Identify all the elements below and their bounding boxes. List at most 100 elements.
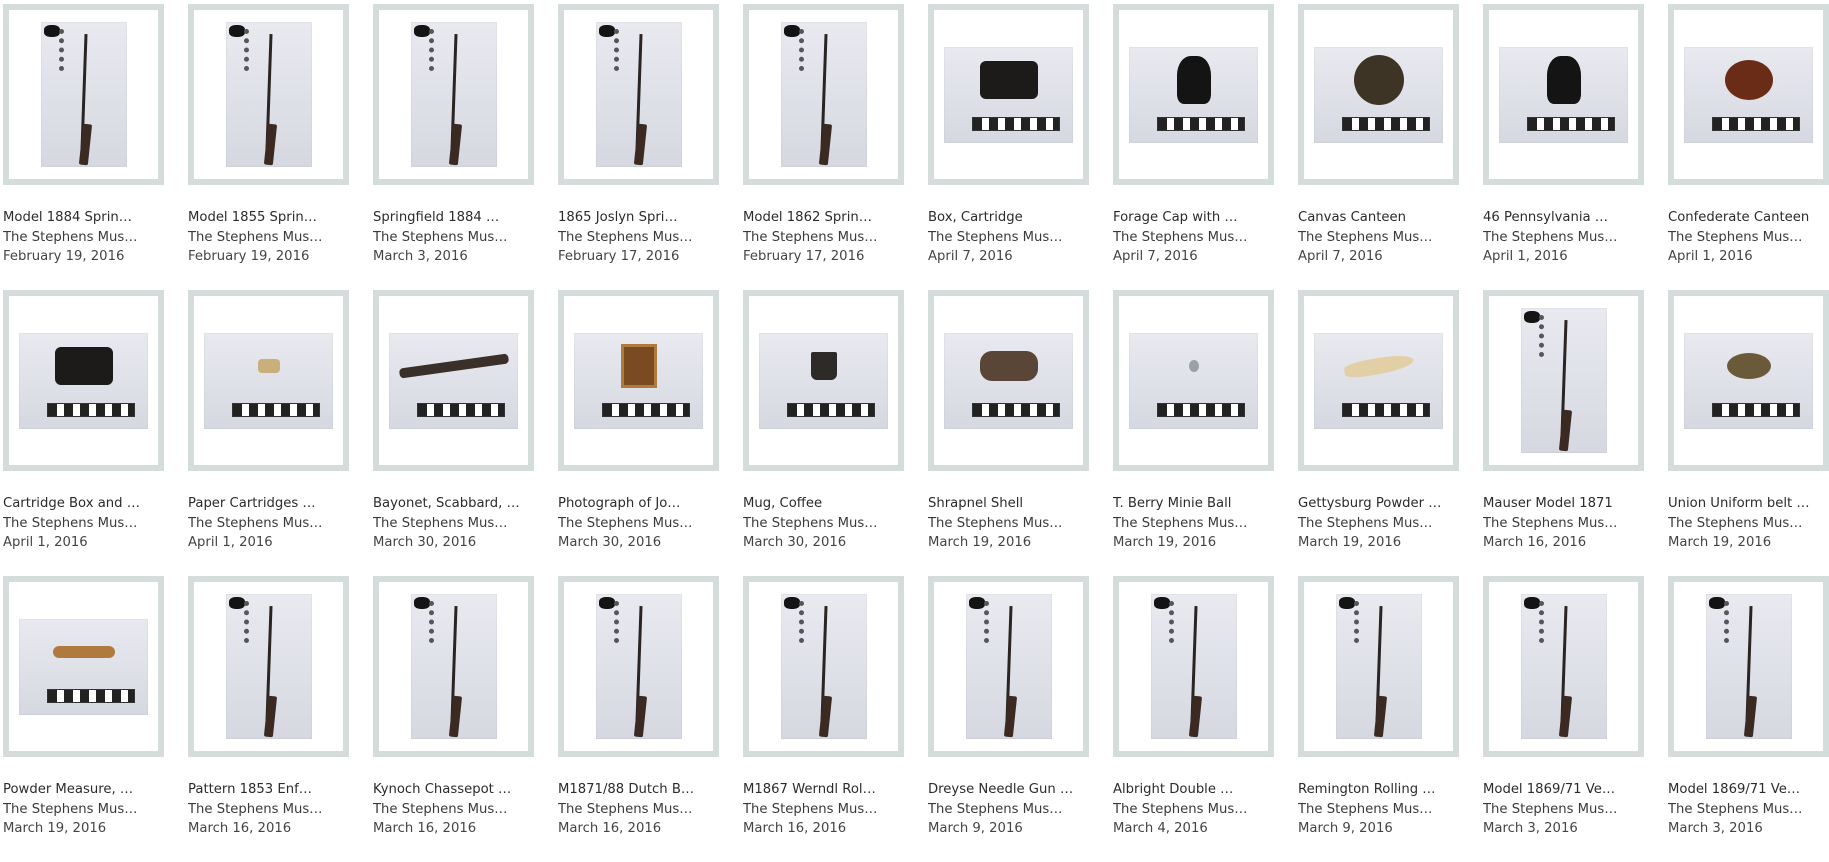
thumbnail-frame[interactable]: [743, 4, 904, 185]
photo-source[interactable]: The Stephens Mus…: [558, 228, 719, 248]
thumbnail-frame[interactable]: [3, 290, 164, 471]
photo-title[interactable]: Forage Cap with …: [1113, 208, 1274, 228]
photo-title[interactable]: Pattern 1853 Enf…: [188, 780, 349, 800]
thumbnail-image[interactable]: [574, 332, 703, 429]
thumbnail-frame[interactable]: [373, 290, 534, 471]
thumbnail-image[interactable]: [1150, 594, 1237, 739]
thumbnail-image[interactable]: [19, 332, 148, 429]
thumbnail-image[interactable]: [1499, 46, 1628, 143]
thumbnail-frame[interactable]: [558, 290, 719, 471]
thumbnail-frame[interactable]: [928, 576, 1089, 757]
thumbnail-image[interactable]: [410, 594, 497, 739]
photo-title[interactable]: Gettysburg Powder …: [1298, 494, 1459, 514]
thumbnail-image[interactable]: [595, 22, 682, 167]
photo-card[interactable]: Dreyse Needle Gun … The Stephens Mus… Marc…: [928, 576, 1089, 862]
thumbnail-image[interactable]: [1314, 332, 1443, 429]
photo-title[interactable]: T. Berry Minie Ball: [1113, 494, 1274, 514]
thumbnail-image[interactable]: [19, 618, 148, 715]
thumbnail-frame[interactable]: [1483, 576, 1644, 757]
thumbnail-image[interactable]: [1520, 594, 1607, 739]
thumbnail-frame[interactable]: [1483, 290, 1644, 471]
thumbnail-frame[interactable]: [373, 576, 534, 757]
thumbnail-image[interactable]: [225, 594, 312, 739]
photo-card[interactable]: Paper Cartridges … The Stephens Mus… April…: [188, 290, 349, 576]
photo-title[interactable]: Confederate Canteen: [1668, 208, 1829, 228]
photo-card[interactable]: Albright Double … The Stephens Mus… March …: [1113, 576, 1274, 862]
photo-card[interactable]: 1865 Joslyn Spri… The Stephens Mus… Februa…: [558, 4, 719, 290]
thumbnail-image[interactable]: [1684, 46, 1813, 143]
thumbnail-frame[interactable]: [1298, 576, 1459, 757]
thumbnail-image[interactable]: [944, 46, 1073, 143]
thumbnail-image[interactable]: [759, 332, 888, 429]
photo-title[interactable]: Kynoch Chassepot …: [373, 780, 534, 800]
thumbnail-frame[interactable]: [1668, 290, 1829, 471]
photo-source[interactable]: The Stephens Mus…: [1483, 800, 1644, 820]
photo-title[interactable]: Bayonet, Scabbard, …: [373, 494, 534, 514]
thumbnail-image[interactable]: [410, 22, 497, 167]
thumbnail-image[interactable]: [1129, 332, 1258, 429]
photo-card[interactable]: Model 1869/71 Ve… The Stephens Mus… March …: [1668, 576, 1829, 862]
photo-card[interactable]: Photograph of Jo… The Stephens Mus… March …: [558, 290, 719, 576]
thumbnail-image[interactable]: [1705, 594, 1792, 739]
thumbnail-frame[interactable]: [373, 4, 534, 185]
thumbnail-frame[interactable]: [188, 4, 349, 185]
photo-title[interactable]: Photograph of Jo…: [558, 494, 719, 514]
photo-card[interactable]: Cartridge Box and … The Stephens Mus… Apri…: [3, 290, 164, 576]
photo-card[interactable]: Bayonet, Scabbard, … The Stephens Mus… Mar…: [373, 290, 534, 576]
photo-source[interactable]: The Stephens Mus…: [743, 514, 904, 534]
thumbnail-frame[interactable]: [1298, 4, 1459, 185]
photo-card[interactable]: Remington Rolling … The Stephens Mus… Marc…: [1298, 576, 1459, 862]
photo-source[interactable]: The Stephens Mus…: [1113, 228, 1274, 248]
photo-title[interactable]: Powder Measure, …: [3, 780, 164, 800]
photo-source[interactable]: The Stephens Mus…: [1113, 800, 1274, 820]
photo-card[interactable]: Confederate Canteen The Stephens Mus… Apri…: [1668, 4, 1829, 290]
photo-source[interactable]: The Stephens Mus…: [558, 514, 719, 534]
photo-source[interactable]: The Stephens Mus…: [1298, 800, 1459, 820]
photo-title[interactable]: Dreyse Needle Gun …: [928, 780, 1089, 800]
photo-source[interactable]: The Stephens Mus…: [373, 800, 534, 820]
thumbnail-frame[interactable]: [1668, 576, 1829, 757]
photo-title[interactable]: Canvas Canteen: [1298, 208, 1459, 228]
thumbnail-image[interactable]: [965, 594, 1052, 739]
photo-source[interactable]: The Stephens Mus…: [1483, 514, 1644, 534]
photo-source[interactable]: The Stephens Mus…: [373, 228, 534, 248]
photo-title[interactable]: 46 Pennsylvania …: [1483, 208, 1644, 228]
thumbnail-frame[interactable]: [3, 576, 164, 757]
photo-title[interactable]: M1867 Werndl Rol…: [743, 780, 904, 800]
photo-card[interactable]: Model 1855 Sprin… The Stephens Mus… Februa…: [188, 4, 349, 290]
thumbnail-frame[interactable]: [928, 290, 1089, 471]
photo-source[interactable]: The Stephens Mus…: [928, 228, 1089, 248]
photo-source[interactable]: The Stephens Mus…: [188, 800, 349, 820]
photo-card[interactable]: Pattern 1853 Enf… The Stephens Mus… March …: [188, 576, 349, 862]
photo-card[interactable]: Canvas Canteen The Stephens Mus… April 7, …: [1298, 4, 1459, 290]
photo-title[interactable]: Springfield 1884 …: [373, 208, 534, 228]
thumbnail-frame[interactable]: [558, 576, 719, 757]
thumbnail-image[interactable]: [595, 594, 682, 739]
photo-card[interactable]: Kynoch Chassepot … The Stephens Mus… March…: [373, 576, 534, 862]
thumbnail-frame[interactable]: [1113, 576, 1274, 757]
photo-source[interactable]: The Stephens Mus…: [1668, 514, 1829, 534]
photo-source[interactable]: The Stephens Mus…: [188, 514, 349, 534]
thumbnail-image[interactable]: [1314, 46, 1443, 143]
thumbnail-frame[interactable]: [743, 576, 904, 757]
thumbnail-frame[interactable]: [1113, 4, 1274, 185]
photo-title[interactable]: M1871/88 Dutch B…: [558, 780, 719, 800]
photo-card[interactable]: Model 1884 Sprin… The Stephens Mus… Februa…: [3, 4, 164, 290]
thumbnail-image[interactable]: [204, 332, 333, 429]
thumbnail-frame[interactable]: [1113, 290, 1274, 471]
thumbnail-image[interactable]: [1520, 308, 1607, 453]
photo-title[interactable]: Shrapnel Shell: [928, 494, 1089, 514]
photo-title[interactable]: Mug, Coffee: [743, 494, 904, 514]
photo-card[interactable]: M1867 Werndl Rol… The Stephens Mus… March …: [743, 576, 904, 862]
photo-title[interactable]: Model 1869/71 Ve…: [1483, 780, 1644, 800]
photo-source[interactable]: The Stephens Mus…: [1483, 228, 1644, 248]
photo-source[interactable]: The Stephens Mus…: [558, 800, 719, 820]
thumbnail-image[interactable]: [40, 22, 127, 167]
photo-source[interactable]: The Stephens Mus…: [928, 514, 1089, 534]
photo-source[interactable]: The Stephens Mus…: [1668, 800, 1829, 820]
photo-title[interactable]: Union Uniform belt …: [1668, 494, 1829, 514]
thumbnail-image[interactable]: [225, 22, 312, 167]
photo-source[interactable]: The Stephens Mus…: [1298, 514, 1459, 534]
thumbnail-frame[interactable]: [928, 4, 1089, 185]
thumbnail-image[interactable]: [1684, 332, 1813, 429]
